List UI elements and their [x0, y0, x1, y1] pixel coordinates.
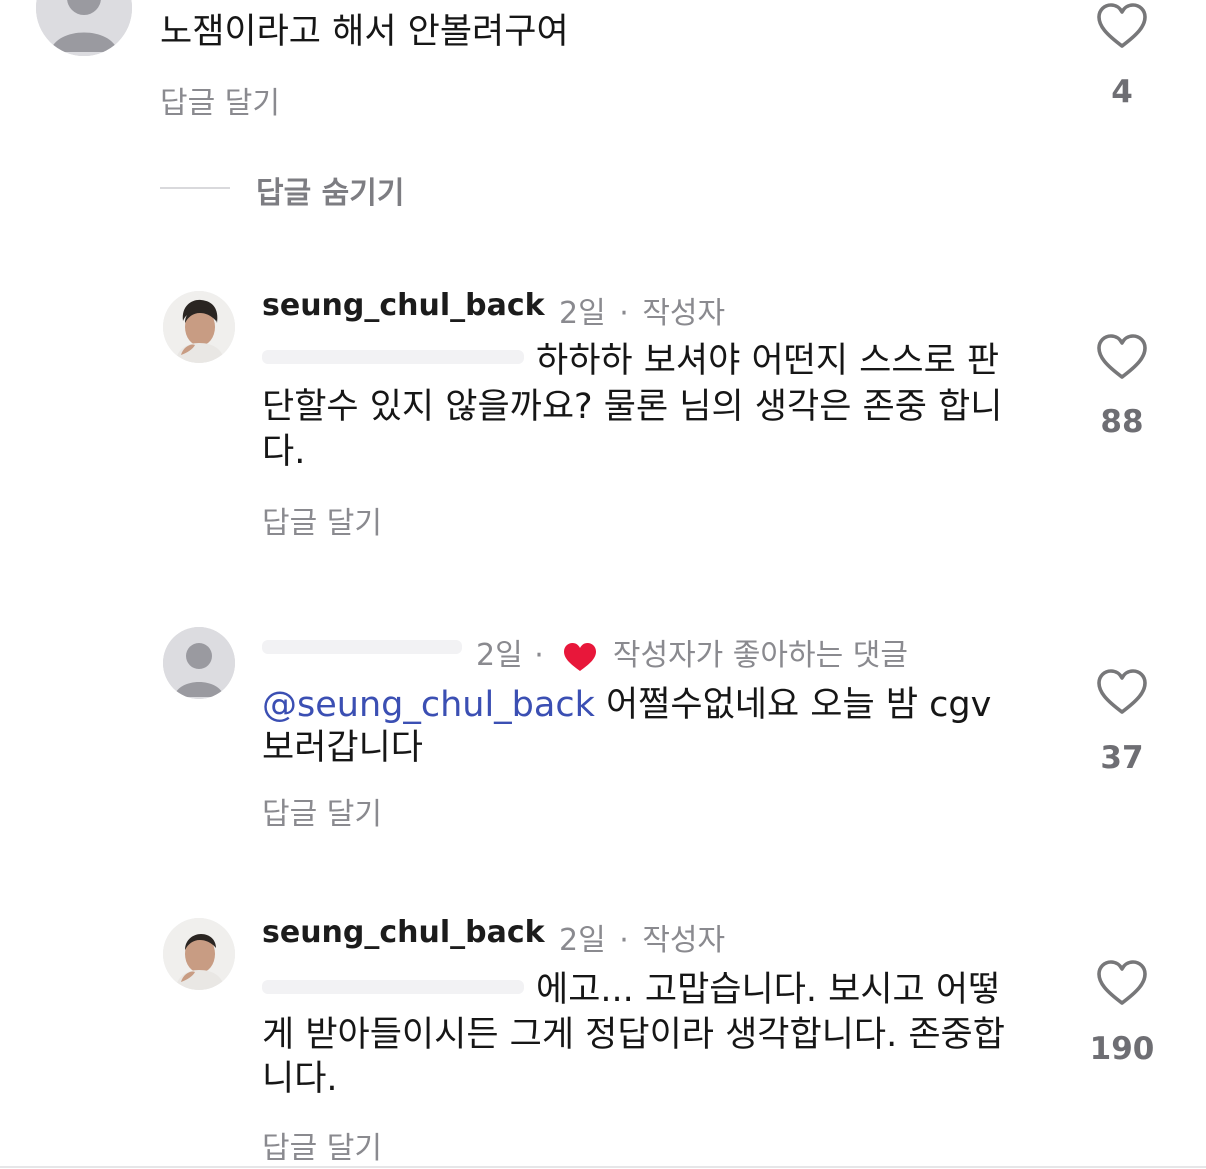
default-avatar-icon [163, 627, 235, 699]
timestamp: 2일 [559, 923, 606, 958]
comment-text-line: 에고... 고맙습니다. 보시고 어떻 [536, 970, 1001, 1010]
heart-filled-icon [564, 642, 597, 671]
avatar[interactable] [163, 291, 235, 363]
heart-outline-icon[interactable] [1096, 959, 1148, 1007]
comment-text-line: 다. [262, 432, 306, 472]
username[interactable]: seung_chul_back [262, 288, 545, 323]
avatar[interactable] [163, 627, 235, 699]
comment-text-line: @seung_chul_back 어쩔수없네요 오늘 밤 cgv [262, 683, 991, 727]
comment-text: 노잼이라고 해서 안볼려구여 [160, 12, 569, 52]
mention-link[interactable]: @seung_chul_back [262, 685, 595, 725]
author-badge: 작성자 [642, 923, 726, 958]
heart-outline-icon[interactable] [1096, 2, 1148, 50]
separator: · [619, 923, 629, 958]
reply-button[interactable]: 답글 달기 [262, 498, 382, 542]
blurred-username [262, 640, 462, 654]
comment-meta: 2일 · 작성자 [559, 915, 725, 959]
divider [160, 187, 230, 189]
username[interactable]: seung_chul_back [262, 915, 545, 950]
author-badge: 작성자 [642, 296, 726, 331]
comment-text-line: 게 받아들이시든 그게 정답이라 생각합니다. 존중합 [262, 1015, 1005, 1055]
profile-photo [163, 291, 235, 363]
comment-meta: 2일 · 작성자가 좋아하는 댓글 [476, 630, 908, 674]
blurred-text [262, 980, 524, 994]
hide-replies-button[interactable]: 답글 숨기기 [256, 168, 404, 212]
comment-text-line: 니다. [262, 1059, 338, 1099]
timestamp: 2일 [476, 638, 523, 673]
like-count: 88 [1100, 404, 1144, 440]
reply-button[interactable]: 답글 달기 [262, 1123, 382, 1167]
avatar[interactable] [163, 918, 235, 990]
separator: · [619, 296, 629, 331]
comment-text: 어쩔수없네요 오늘 밤 cgv [594, 685, 992, 725]
comment-meta: 2일 · 작성자 [559, 288, 725, 332]
timestamp: 2일 [559, 296, 606, 331]
heart-outline-icon[interactable] [1096, 668, 1148, 716]
like-count: 37 [1100, 740, 1144, 776]
reply-button[interactable]: 답글 달기 [160, 78, 280, 122]
like-count: 190 [1089, 1031, 1155, 1067]
like-count: 4 [1111, 74, 1133, 110]
reply-button[interactable]: 답글 달기 [262, 789, 382, 833]
comment-text-line: 하하하 보셔야 어떤지 스스로 판 [536, 341, 1000, 381]
blurred-text [262, 350, 524, 364]
avatar[interactable] [36, 0, 132, 56]
default-avatar-icon [36, 0, 132, 56]
heart-outline-icon[interactable] [1096, 333, 1148, 381]
liked-by-author-label: 작성자가 좋아하는 댓글 [612, 638, 908, 673]
separator: · [534, 638, 544, 673]
comment-text-line: 단할수 있지 않을까요? 물론 님의 생각은 존중 합니 [262, 387, 1003, 427]
divider [0, 1166, 1206, 1168]
profile-photo [163, 918, 235, 990]
comment-text-line: 보러갑니다 [262, 728, 424, 768]
